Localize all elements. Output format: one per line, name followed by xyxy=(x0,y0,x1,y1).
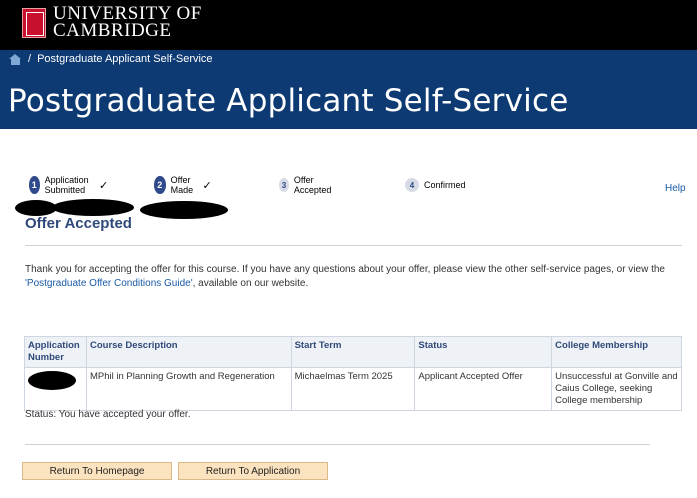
step-label: Application Submitted xyxy=(44,175,89,195)
breadcrumb-current[interactable]: Postgraduate Applicant Self-Service xyxy=(37,53,213,65)
step-label: Offer Made xyxy=(170,175,194,195)
step-label: Confirmed xyxy=(424,180,466,190)
home-icon[interactable] xyxy=(9,53,22,65)
redacted-application-number xyxy=(28,371,76,390)
step-offer-made: 2 Offer Made ✓ xyxy=(154,175,212,195)
breadcrumb: / Postgraduate Applicant Self-Service xyxy=(9,52,213,66)
checkmark-icon: ✓ xyxy=(99,179,109,192)
column-header: Start Term xyxy=(290,336,416,368)
table-row: MPhil in Planning Growth and Regeneratio… xyxy=(24,367,682,411)
redacted-id xyxy=(140,201,228,219)
return-to-homepage-button[interactable]: Return To Homepage xyxy=(22,462,172,480)
college-membership-cell: Unsuccessful at Gonville and Caius Colle… xyxy=(551,367,682,411)
section-title: Offer Accepted xyxy=(25,215,132,232)
checkmark-icon: ✓ xyxy=(202,179,212,192)
column-header: College Membership xyxy=(551,336,682,368)
column-header: Status xyxy=(414,336,553,368)
start-term-cell: Michaelmas Term 2025 xyxy=(290,367,416,411)
status-cell: Applicant Accepted Offer xyxy=(414,367,553,411)
step-confirmed: 4 Confirmed xyxy=(405,175,466,195)
step-label: Offer Accepted xyxy=(293,175,332,195)
status-message: Status: You have accepted your offer. xyxy=(25,409,191,420)
breadcrumb-separator: / xyxy=(28,53,32,65)
brand-line-2: CAMBRIDGE xyxy=(53,20,172,41)
column-header: Course Description xyxy=(85,336,292,368)
page-title: Postgraduate Applicant Self-Service xyxy=(8,83,569,119)
university-logo-text[interactable]: UNIVERSITY OF CAMBRIDGE xyxy=(53,4,202,41)
section-divider xyxy=(25,245,682,246)
message-text: Thank you for accepting the offer for th… xyxy=(25,264,665,275)
step-number: 1 xyxy=(29,176,40,194)
message-text-end: , available on our website. xyxy=(192,278,309,289)
step-application-submitted: 1 Application Submitted ✓ xyxy=(29,175,108,195)
step-offer-accepted: 3 Offer Accepted xyxy=(279,175,336,195)
return-to-application-button[interactable]: Return To Application xyxy=(178,462,328,480)
table-header-row: Application Number Course Description St… xyxy=(24,336,682,368)
step-number: 2 xyxy=(154,176,166,194)
redacted-name xyxy=(15,200,57,216)
confirmation-message: Thank you for accepting the offer for th… xyxy=(25,263,675,291)
course-description-cell: MPhil in Planning Growth and Regeneratio… xyxy=(85,367,292,411)
step-number: 3 xyxy=(279,178,289,192)
offer-conditions-guide-link[interactable]: 'Postgraduate Offer Conditions Guide' xyxy=(25,278,193,289)
offer-table: Application Number Course Description St… xyxy=(24,336,682,411)
help-link[interactable]: Help xyxy=(665,183,686,194)
column-header: Application Number xyxy=(24,336,87,368)
redacted-name xyxy=(52,199,134,216)
top-bar: UNIVERSITY OF CAMBRIDGE xyxy=(0,0,697,50)
university-crest-icon[interactable] xyxy=(22,8,46,38)
step-number: 4 xyxy=(405,178,419,192)
footer-divider xyxy=(25,444,650,445)
